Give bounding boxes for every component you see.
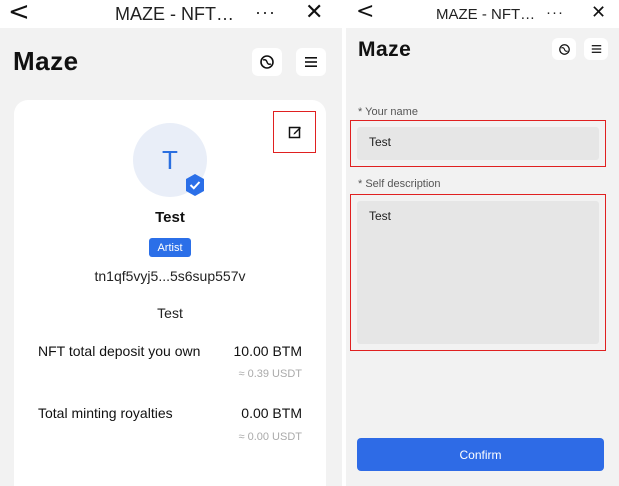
browser-topbar: < MAZE - NFT… ··· ✕ — [346, 0, 619, 28]
globe-icon — [558, 43, 570, 55]
language-button[interactable] — [552, 38, 576, 60]
verified-icon — [186, 174, 204, 196]
royalties-label: Total minting royalties — [38, 405, 173, 421]
edit-profile-screen: < MAZE - NFT… ··· ✕ Maze * Your name Tes… — [346, 0, 619, 486]
browser-topbar: < MAZE - NFT… ··· ✕ — [0, 0, 342, 28]
name-label: * Your name — [358, 106, 418, 118]
royalties-value: 0.00 BTM — [241, 405, 302, 421]
description-field-highlight: Test — [350, 194, 606, 351]
edit-profile-button[interactable] — [273, 111, 316, 153]
close-button[interactable]: ✕ — [591, 2, 606, 23]
page-title: MAZE - NFT… — [436, 6, 536, 23]
maze-logo: Maze — [13, 46, 79, 76]
more-options-button[interactable]: ··· — [255, 2, 276, 23]
back-button[interactable]: < — [8, 0, 30, 25]
profile-screen: < MAZE - NFT… ··· ✕ Maze T Test Artist t… — [0, 0, 342, 486]
description-input[interactable]: Test — [357, 201, 599, 344]
menu-icon — [591, 45, 601, 53]
wallet-address: tn1qf5vyj5...5s6sup557v — [94, 268, 246, 284]
confirm-button[interactable]: Confirm — [357, 438, 604, 471]
deposit-usdt: ≈ 0.39 USDT — [238, 368, 302, 380]
description-label: * Self description — [358, 178, 441, 190]
maze-logo: Maze — [358, 38, 412, 61]
name-field-highlight: Test — [350, 120, 606, 167]
royalties-usdt: ≈ 0.00 USDT — [238, 431, 302, 443]
page-title: MAZE - NFT… — [115, 4, 234, 24]
back-button[interactable]: < — [356, 0, 374, 24]
edit-icon — [288, 126, 301, 139]
menu-icon — [305, 57, 317, 67]
deposit-value: 10.00 BTM — [233, 343, 302, 359]
deposit-label: NFT total deposit you own — [38, 343, 201, 359]
globe-icon — [260, 55, 274, 69]
menu-button[interactable] — [584, 38, 608, 60]
close-button[interactable]: ✕ — [305, 0, 323, 25]
menu-button[interactable] — [296, 48, 326, 76]
name-input[interactable]: Test — [357, 127, 599, 160]
more-options-button[interactable]: ··· — [546, 4, 564, 21]
artist-badge: Artist — [149, 238, 191, 257]
language-button[interactable] — [252, 48, 282, 76]
profile-description: Test — [157, 305, 183, 321]
profile-name: Test — [155, 209, 185, 226]
